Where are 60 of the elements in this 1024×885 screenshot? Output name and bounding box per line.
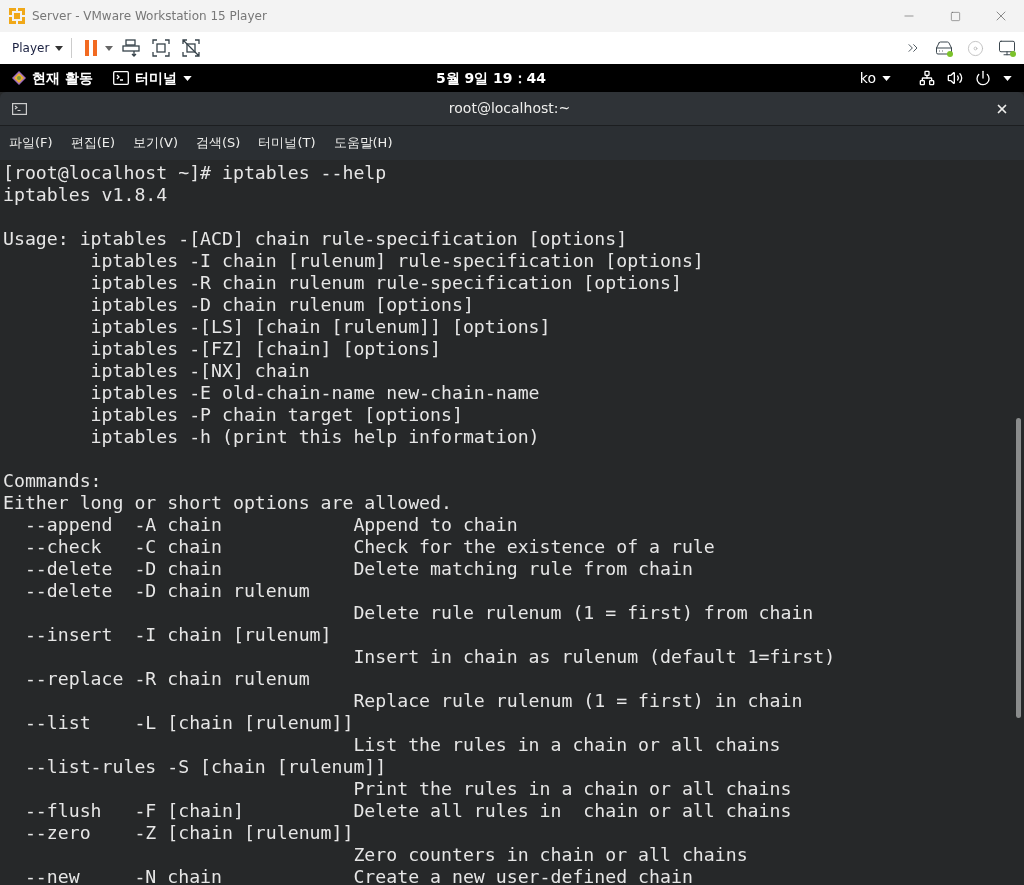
terminal-line: --zero -Z [chain [rulenum]] (23, 822, 354, 844)
scrollbar-thumb[interactable] (1016, 418, 1021, 718)
menu-item[interactable]: 보기(V) (133, 133, 179, 153)
menu-item[interactable]: 파일(F) (9, 133, 53, 153)
terminal-line: iptables -P chain target [options] (89, 404, 463, 426)
caret-icon (182, 75, 192, 81)
terminal-line: iptables -I chain [rulenum] rule-specification [options] (89, 250, 704, 272)
terminal-line: iptables -h (print this help information) (89, 426, 540, 448)
terminal-line: --replace -R chain rulenum (23, 668, 310, 690)
terminal-icon (12, 102, 27, 115)
terminal-line: --delete -D chain Delete matching rule from chain (23, 558, 693, 580)
input-method-menu[interactable]: ko (859, 67, 891, 89)
clock[interactable]: 5월 9일 19：44 (435, 67, 547, 89)
menu-item[interactable]: 검색(S) (196, 133, 241, 153)
maximize-icon (949, 10, 961, 22)
terminal-line: --list-rules -S [chain [rulenum]] (23, 756, 387, 778)
terminal-line: iptables -[NX] chain (89, 360, 310, 382)
terminal-line: Either long or short options are allowed. (3, 492, 452, 514)
terminal-line: --append -A chain Append to chain (23, 514, 518, 536)
menu-item[interactable]: 도움말(H) (333, 133, 393, 153)
caret-icon (105, 45, 114, 51)
terminal-line: Replace rule rulenum (1 = first) in chain (352, 690, 803, 712)
pause-icon[interactable] (84, 40, 99, 56)
terminal-line: --list -L [chain [rulenum]] (23, 712, 354, 734)
terminal-line: Commands: (3, 470, 102, 492)
terminal-line: Zero counters in chain or all chains (352, 844, 748, 866)
activities-icon[interactable] (12, 71, 26, 85)
terminal-line: --new -N chain Create a new user-defined chain (23, 866, 693, 885)
player-menu[interactable]: Player (12, 39, 64, 57)
terminal-line: iptables -R chain rulenum rule-specification [options] (89, 272, 682, 294)
app-menu[interactable]: 터미널 (134, 67, 192, 89)
volume-icon[interactable] (947, 70, 963, 86)
window-title: Server - VMware Workstation 15 Player (32, 8, 267, 25)
terminal-line: Print the rules in a chain or all chains (352, 778, 792, 800)
terminal-line: List the rules in a chain or all chains (352, 734, 781, 756)
caret-icon (1003, 75, 1012, 81)
terminal-line: iptables -D chain rulenum [options] (89, 294, 474, 316)
terminal-line: --delete -D chain rulenum (23, 580, 310, 602)
terminal-line: iptables -[FZ] [chain] [options] (89, 338, 441, 360)
terminal-line: Delete rule rulenum (1 = first) from chain (352, 602, 814, 624)
terminal-line: --flush -F [chain] Delete all rules in chain or all chains (23, 800, 792, 822)
terminal-line: [root@localhost ~]# iptables --help (3, 162, 387, 184)
power-icon[interactable] (975, 70, 991, 86)
terminal-title: root@localhost:~ (447, 99, 572, 118)
terminal-icon (112, 71, 129, 85)
terminal-line: --insert -I chain [rulenum] (23, 624, 332, 646)
network-icon[interactable] (919, 70, 935, 86)
app-logo-icon (8, 7, 26, 25)
fullscreen-icon[interactable] (152, 39, 171, 57)
caret-icon (55, 45, 64, 51)
terminal-line: Usage: iptables -[ACD] chain rule-specification [options] (3, 228, 628, 250)
terminal-line: Insert in chain as rulenum (default 1=first) (352, 646, 836, 668)
terminal-line: iptables v1.8.4 (3, 184, 168, 206)
menu-item[interactable]: 편집(E) (70, 133, 115, 153)
menu-item[interactable]: 터미널(T) (258, 133, 316, 153)
activities-label[interactable]: 현재 활동 (32, 67, 93, 89)
terminal-line: --check -C chain Check for the existence of a rule (23, 536, 715, 558)
terminal-line: iptables -E old-chain-name new-chain-name (89, 382, 540, 404)
caret-icon (882, 75, 891, 81)
terminal-line: iptables -[LS] [chain [rulenum]] [options] (89, 316, 551, 338)
